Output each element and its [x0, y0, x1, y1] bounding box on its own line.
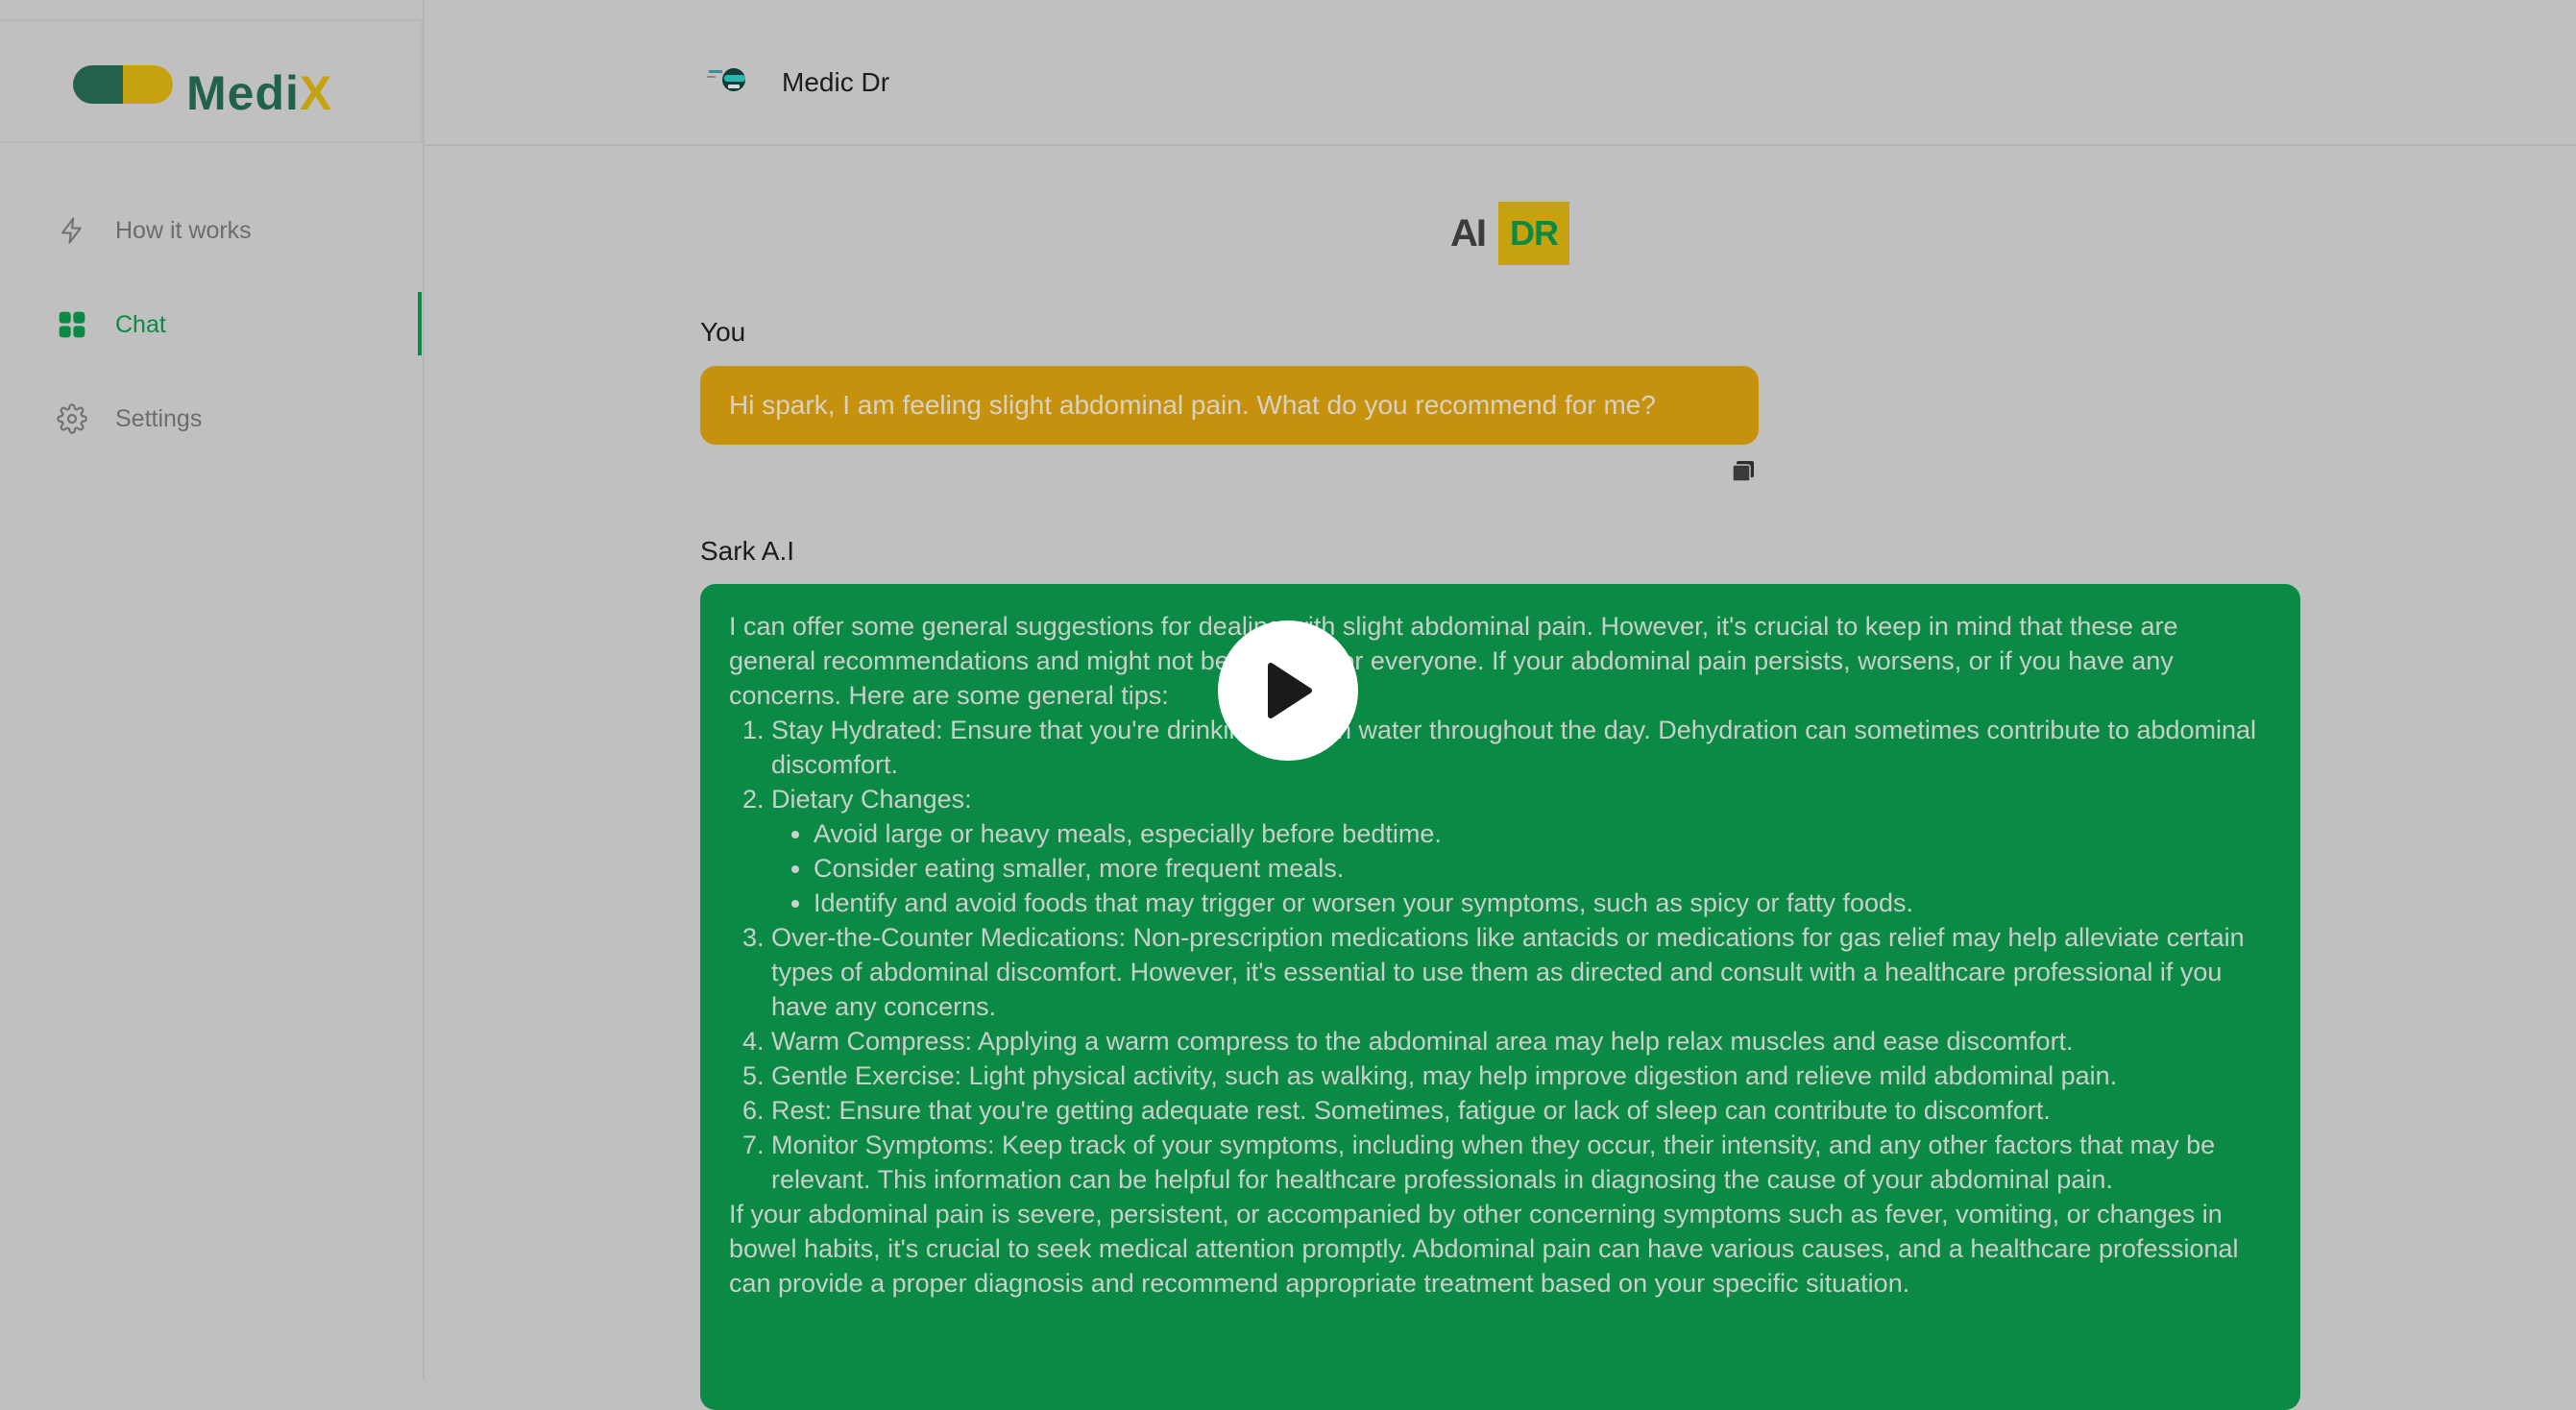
list-item: Gentle Exercise: Light physical activity…: [771, 1058, 2272, 1093]
sidebar-item-label: Chat: [115, 310, 166, 338]
user-label: You: [700, 317, 746, 347]
lightning-icon: [56, 214, 88, 247]
pill-logo-icon: [73, 65, 173, 104]
badge-ai-text: AI: [1450, 211, 1487, 255]
robot-doctor-icon: [707, 65, 749, 94]
grid-icon: [56, 308, 88, 341]
sidebar-item-label: Settings: [115, 404, 203, 432]
user-message-text: Hi spark, I am feeling slight abdominal …: [729, 390, 1656, 420]
ai-message-bubble: I can offer some general suggestions for…: [700, 584, 2300, 1410]
page-title: Medic Dr: [782, 67, 890, 97]
list-item: Avoid large or heavy meals, especially b…: [814, 816, 2272, 851]
copy-icon[interactable]: [1731, 459, 1756, 482]
ai-label: Sark A.I: [700, 536, 795, 566]
sidebar-item-how-it-works[interactable]: How it works: [56, 211, 252, 250]
sidebar: MediX How it works Chat Settings: [0, 0, 425, 1380]
list-item: Rest: Ensure that you're getting adequat…: [771, 1093, 2272, 1128]
ai-dr-badge: AI DR: [1450, 202, 1569, 265]
ai-outro-text: If your abdominal pain is severe, persis…: [729, 1200, 2239, 1298]
badge-dr-text: DR: [1498, 202, 1569, 265]
brand-name: MediX: [186, 66, 333, 120]
diet-subtips-list: Avoid large or heavy meals, especially b…: [771, 816, 2272, 920]
sidebar-item-chat[interactable]: Chat: [56, 305, 166, 344]
sidebar-item-settings[interactable]: Settings: [56, 400, 202, 438]
logo[interactable]: MediX: [0, 19, 423, 143]
list-item: Warm Compress: Applying a warm compress …: [771, 1024, 2272, 1058]
play-button[interactable]: [1218, 620, 1358, 761]
list-item: Stay Hydrated: Ensure that you're drinki…: [771, 713, 2272, 782]
play-icon: [1268, 663, 1312, 718]
list-item-text: Dietary Changes:: [771, 785, 972, 814]
list-item: Over-the-Counter Medications: Non-prescr…: [771, 920, 2272, 1024]
list-item: Monitor Symptoms: Keep track of your sym…: [771, 1128, 2272, 1197]
tips-list: Stay Hydrated: Ensure that you're drinki…: [729, 713, 2272, 1197]
user-message-bubble: Hi spark, I am feeling slight abdominal …: [700, 366, 1759, 445]
sidebar-item-label: How it works: [115, 216, 252, 244]
list-item: Consider eating smaller, more frequent m…: [814, 851, 2272, 886]
ai-intro-text: I can offer some general suggestions for…: [729, 612, 2178, 710]
list-item: Identify and avoid foods that may trigge…: [814, 886, 2272, 920]
list-item: Dietary Changes: Avoid large or heavy me…: [771, 782, 2272, 920]
active-indicator: [418, 292, 422, 355]
gear-icon: [56, 402, 88, 435]
